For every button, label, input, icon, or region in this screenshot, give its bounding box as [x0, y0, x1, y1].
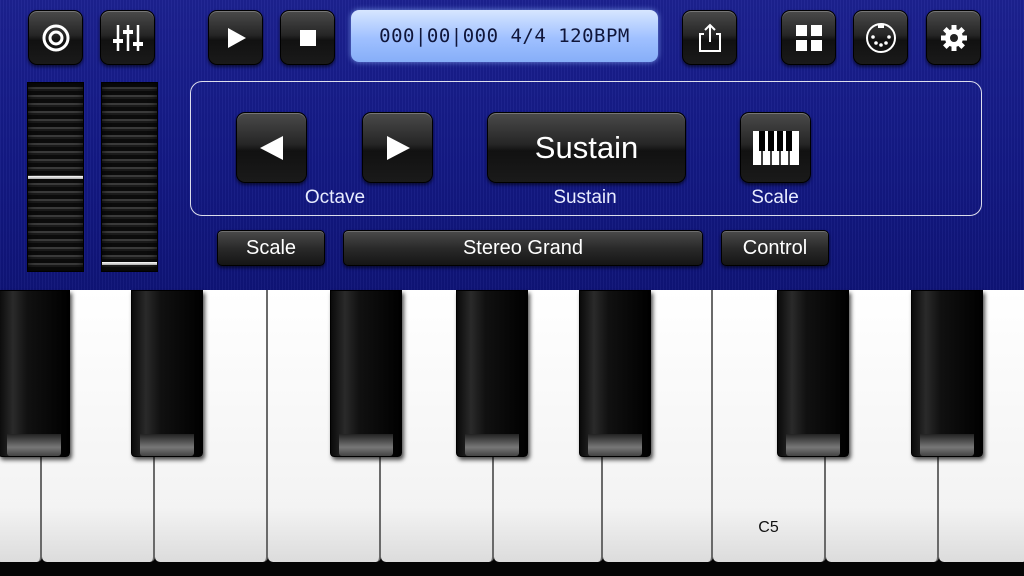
stop-icon: [299, 29, 316, 46]
volume-slider-left[interactable]: [27, 82, 84, 272]
black-key[interactable]: [131, 290, 203, 457]
scale-button[interactable]: [740, 112, 811, 183]
play-button[interactable]: [208, 10, 263, 65]
grid-icon: [795, 24, 822, 51]
black-key[interactable]: [911, 290, 983, 457]
play-icon: [227, 27, 246, 48]
share-button[interactable]: [682, 10, 737, 65]
piano-keyboard: C5: [0, 290, 1024, 576]
transport-display[interactable]: 000|00|000 4/4 120BPM: [351, 10, 658, 62]
grid-button[interactable]: [781, 10, 836, 65]
black-key[interactable]: [0, 290, 70, 457]
instrument-selector[interactable]: Stereo Grand: [343, 230, 703, 266]
key-label: C5: [758, 519, 779, 536]
octave-down-button[interactable]: [236, 112, 307, 183]
sustain-caption: Sustain: [553, 187, 617, 208]
piano-keys-icon: [752, 130, 799, 165]
volume-slider-right[interactable]: [101, 82, 158, 272]
octave-up-button[interactable]: [362, 112, 433, 183]
power-button[interactable]: [28, 10, 83, 65]
sustain-button[interactable]: Sustain: [487, 112, 686, 183]
control-tab[interactable]: Control: [721, 230, 829, 266]
mixer-button[interactable]: [100, 10, 155, 65]
black-key[interactable]: [456, 290, 528, 457]
black-key[interactable]: [777, 290, 849, 457]
scale-tab[interactable]: Scale: [217, 230, 325, 266]
mixer-sliders-icon: [112, 24, 143, 51]
share-icon: [698, 23, 721, 52]
slider-thumb-left[interactable]: [28, 176, 83, 179]
power-icon: [42, 24, 69, 51]
settings-button[interactable]: [926, 10, 981, 65]
triangle-left-icon: [259, 135, 283, 160]
stop-button[interactable]: [280, 10, 335, 65]
octave-caption: Octave: [304, 187, 366, 208]
gear-icon: [940, 24, 967, 51]
scale-caption: Scale: [751, 187, 799, 208]
black-key[interactable]: [579, 290, 651, 457]
midi-connector-icon: [865, 22, 896, 53]
black-key[interactable]: [330, 290, 402, 457]
triangle-right-icon: [386, 135, 410, 160]
midi-button[interactable]: [853, 10, 908, 65]
slider-thumb-right[interactable]: [102, 262, 157, 265]
